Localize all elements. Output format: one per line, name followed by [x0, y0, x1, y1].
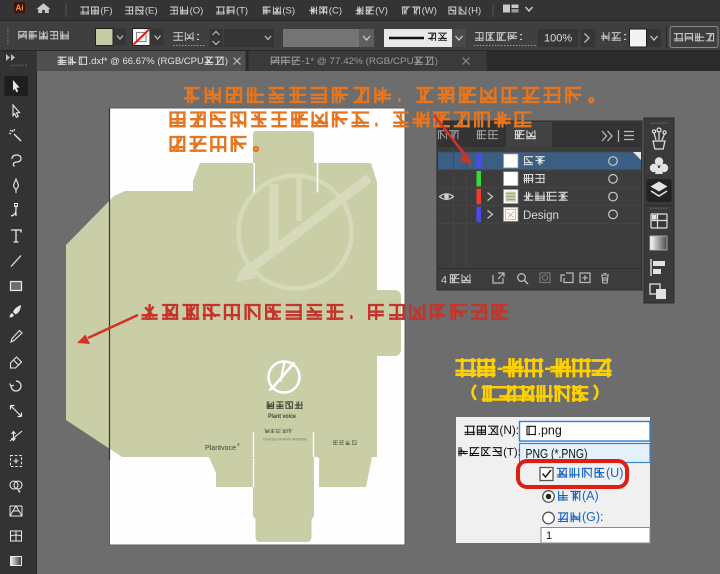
- svg-text:Plant voice: Plant voice: [268, 414, 297, 420]
- svg-text:PNG (*.PNG): PNG (*.PNG): [526, 447, 588, 461]
- svg-text::: :: [622, 31, 628, 43]
- svg-text:Ai: Ai: [16, 4, 24, 13]
- svg-text:EIGHTEEN INTIMATE WHISPERS: EIGHTEEN INTIMATE WHISPERS: [263, 438, 307, 442]
- svg-text:': ': [275, 429, 276, 435]
- svg-text:): ): [225, 56, 228, 66]
- svg-text:): ): [435, 56, 438, 67]
- svg-text:(T):: (T):: [503, 446, 521, 458]
- svg-text:Design: Design: [523, 210, 559, 222]
- svg-text:-: -: [544, 357, 551, 379]
- svg-text:(H): (H): [468, 6, 481, 17]
- svg-text::: :: [195, 31, 201, 43]
- svg-text:4: 4: [441, 275, 447, 287]
- svg-text:(W): (W): [422, 6, 437, 17]
- svg-text:100%: 100%: [544, 33, 572, 45]
- svg-text:(C): (C): [329, 6, 342, 17]
- svg-text:-: -: [497, 357, 504, 379]
- svg-text:': ': [264, 429, 265, 435]
- svg-text:.dxf* @ 66.67% (RGB/CPU: .dxf* @ 66.67% (RGB/CPU: [89, 56, 204, 66]
- svg-text:®: ®: [237, 442, 240, 447]
- svg-text:': ': [292, 429, 293, 435]
- svg-text:1: 1: [546, 530, 552, 542]
- svg-text:(T): (T): [236, 6, 248, 17]
- svg-text:-1* @ 77.42% (RGB/CPU: -1* @ 77.42% (RGB/CPU: [302, 56, 414, 67]
- svg-text:Plantvoce: Plantvoce: [205, 445, 236, 452]
- svg-text:(O): (O): [190, 6, 204, 17]
- svg-text:.png: .png: [538, 423, 562, 437]
- svg-text:(E): (E): [145, 6, 158, 17]
- svg-text:(N):: (N):: [499, 423, 519, 437]
- svg-text:(F): (F): [100, 6, 112, 17]
- svg-text:(S): (S): [282, 6, 295, 17]
- svg-text:(G):: (G):: [582, 510, 604, 524]
- svg-text::: :: [518, 31, 524, 43]
- svg-text:': ': [281, 429, 282, 435]
- svg-text:(U): (U): [606, 466, 623, 480]
- svg-text:(V): (V): [375, 6, 388, 17]
- svg-text:(A): (A): [582, 489, 599, 503]
